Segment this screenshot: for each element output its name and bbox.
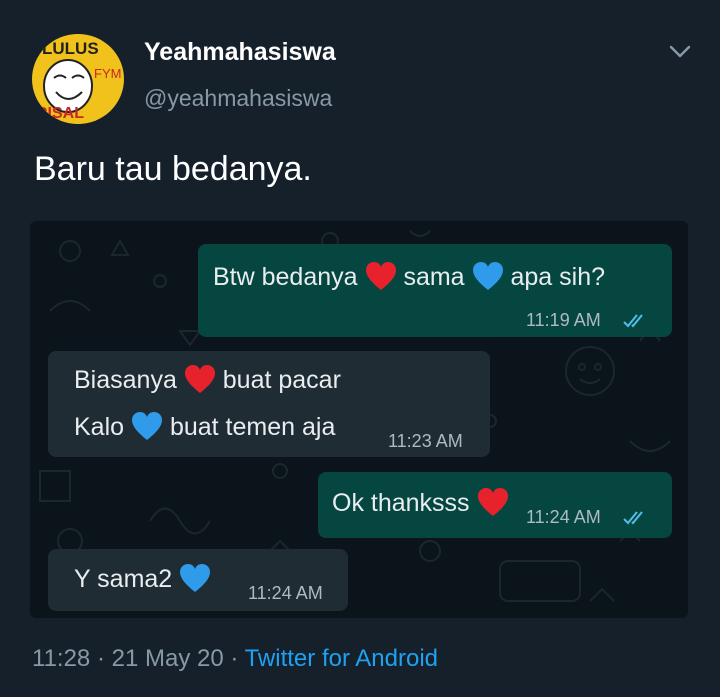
message-2-line2-part2: buat temen aja <box>169 413 336 441</box>
message-1-time: 11:19 AM <box>526 310 601 330</box>
blue-heart-icon <box>131 411 163 441</box>
message-1-text-part2: sama <box>403 263 465 291</box>
message-1-text-part1: Btw bedanya <box>213 263 358 291</box>
user-handle[interactable]: @yeahmahasiswa <box>144 85 332 112</box>
message-1-text-part3: apa sih? <box>510 263 606 291</box>
message-2-time: 11:23 AM <box>388 431 463 451</box>
separator: · <box>90 645 112 672</box>
message-incoming-4[interactable]: Y sama2 11:24 AM <box>48 549 348 611</box>
avatar[interactable]: LULUS FYM RISAL <box>32 34 124 124</box>
message-3-text: Ok thanksss <box>332 489 470 517</box>
message-outgoing-1[interactable]: Btw bedanya sama apa sih? 11:19 AM <box>198 244 672 337</box>
message-2-line1-part1: Biasanya <box>74 366 177 394</box>
red-heart-icon <box>365 261 397 291</box>
message-2-line2-part1: Kalo <box>74 413 125 441</box>
red-heart-icon <box>477 487 509 517</box>
blue-heart-icon <box>472 261 504 291</box>
red-heart-icon <box>184 364 216 394</box>
tweet-metadata: 11:28 · 21 May 20 · Twitter for Android <box>32 645 438 673</box>
display-name[interactable]: Yeahmahasiswa <box>144 38 336 67</box>
message-3-time: 11:24 AM <box>526 507 601 527</box>
tweet-text: Baru tau bedanya. <box>34 150 312 188</box>
chevron-down-icon <box>669 45 691 58</box>
message-4-text: Y sama2 <box>74 565 173 593</box>
separator: · <box>223 645 245 672</box>
message-outgoing-3[interactable]: Ok thanksss 11:24 AM <box>318 472 672 538</box>
message-4-time: 11:24 AM <box>248 583 323 603</box>
avatar-text-side: FYM <box>94 66 121 81</box>
tweet-source-link[interactable]: Twitter for Android <box>245 645 438 672</box>
avatar-meme-icon: LULUS FYM RISAL <box>33 34 123 124</box>
tweet-menu-button[interactable] <box>664 36 696 68</box>
tweet-time[interactable]: 11:28 <box>32 645 90 672</box>
double-check-icon <box>623 313 649 329</box>
message-incoming-2[interactable]: Biasanya buat pacar Kalo buat temen aja … <box>48 351 490 457</box>
avatar-text-bottom: RISAL <box>36 105 84 122</box>
chat-screenshot: Btw bedanya sama apa sih? 11:19 AM Biasa… <box>30 221 688 618</box>
avatar-text-top: LULUS <box>42 39 99 58</box>
tweet-date[interactable]: 21 May 20 <box>112 645 224 672</box>
message-2-line1-part2: buat pacar <box>222 366 341 394</box>
blue-heart-icon <box>179 563 211 593</box>
double-check-icon <box>623 510 649 526</box>
